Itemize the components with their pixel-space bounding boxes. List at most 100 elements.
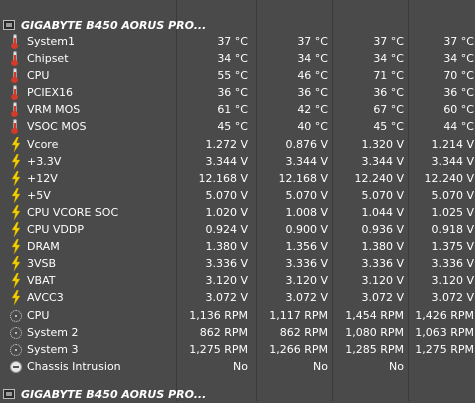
sensor-row[interactable]: CPU 1,136 RPM 1,117 RPM 1,454 RPM 1,426 RPM [0,307,475,324]
sensor-name: CPU VCORE SOC [27,205,119,219]
sensor-row[interactable]: AVCC3 3.072 V 3.072 V 3.072 V 3.072 V [0,289,475,306]
sensor-row[interactable]: 3VSB 3.336 V 3.336 V 3.336 V 3.336 V [0,255,475,272]
sensor-value: 1.214 V [431,137,474,151]
sensor-name: System1 [27,35,76,48]
sensor-name: VSOC MOS [27,120,87,134]
sensor-name: Chipset [27,52,69,66]
sensor-value: 0.936 V [361,223,404,237]
sensor-value: 34 °C [297,52,328,66]
sensor-value: 3.120 V [431,274,474,288]
sensor-group-header[interactable]: GIGABYTE B450 AORUS PRO... [0,385,475,403]
sensor-value: 1,275 RPM [189,342,248,356]
sensor-value: 37 °C [297,35,328,48]
sensor-name: CPU [27,308,50,322]
sensor-value: 1.008 V [285,205,328,219]
lightning-icon [10,204,21,220]
sensor-name: Chassis Intrusion [27,359,121,373]
sensor-row[interactable]: VRM MOS 61 °C 42 °C 67 °C 60 °C [0,101,475,118]
sensor-value: 862 RPM [199,325,248,339]
sensor-value: 1.320 V [361,137,404,151]
sensor-row[interactable]: +12V 12.168 V 12.168 V 12.240 V 12.240 V [0,170,475,187]
sensor-value: 12.168 V [198,171,248,185]
fan-icon [10,308,22,323]
sensor-value: 5.070 V [205,188,248,202]
sensor-value: 3.336 V [205,257,248,271]
sensor-value: 862 RPM [279,325,328,339]
sensor-value: 3.336 V [285,257,328,271]
sensor-value: 71 °C [373,69,404,83]
sensor-value: 3.072 V [431,291,474,305]
sensor-value: 3.344 V [431,154,474,168]
sensor-value: 0.918 V [431,223,474,237]
sensor-value: 3.344 V [205,154,248,168]
sensor-value: 0.900 V [285,223,328,237]
sensor-row[interactable]: PCIEX16 36 °C 36 °C 36 °C 36 °C [0,84,475,101]
sensor-row[interactable]: CPU VDDP 0.924 V 0.900 V 0.936 V 0.918 V [0,221,475,238]
lightning-icon [10,222,21,238]
thermometer-icon [10,102,21,118]
sensor-value: 3.120 V [205,274,248,288]
sensor-value: 1,426 RPM [415,308,474,322]
sensor-name: System 3 [27,342,79,356]
sensor-value: 36 °C [443,86,474,100]
sensor-value: 34 °C [217,52,248,66]
fan-icon [10,325,22,340]
sensor-row[interactable]: CPU 55 °C 46 °C 71 °C 70 °C [0,67,475,84]
sensor-name: +12V [27,171,58,185]
sensor-name: VRM MOS [27,103,81,117]
sensor-value: 1.380 V [205,240,248,254]
lightning-icon [10,273,21,289]
sensor-value: 3.344 V [361,154,404,168]
sensor-value: 1,275 RPM [415,342,474,356]
sensor-value: 1,136 RPM [189,308,248,322]
sensor-value: 67 °C [373,103,404,117]
thermometer-icon [10,85,21,101]
lightning-icon [10,153,21,169]
sensor-name: 3VSB [27,257,57,271]
sensor-name: VBAT [27,274,56,288]
sensor-value: 5.070 V [431,188,474,202]
sensor-value: 36 °C [217,86,248,100]
sensor-row[interactable]: CPU VCORE SOC 1.020 V 1.008 V 1.044 V 1.025 … [0,204,475,221]
sensor-value: 1.044 V [361,205,404,219]
sensor-list: System1 37 °C 37 °C 37 °C 37 °C Chipset 34 °C 3… [0,33,475,375]
sensor-row[interactable]: DRAM 1.380 V 1.356 V 1.380 V 1.375 V [0,238,475,255]
fan-icon [10,342,22,357]
sensor-row[interactable]: VSOC MOS 45 °C 40 °C 45 °C 44 °C [0,118,475,135]
sensor-value: 55 °C [217,69,248,83]
sensor-row[interactable]: Chipset 34 °C 34 °C 34 °C 34 °C [0,50,475,67]
sensor-value: 0.876 V [285,137,328,151]
sensor-value: No [389,359,404,373]
sensor-row[interactable]: +3.3V 3.344 V 3.344 V 3.344 V 3.344 V [0,153,475,170]
sensor-row[interactable]: Chassis Intrusion No No No [0,358,475,375]
sensor-value: 3.344 V [285,154,328,168]
sensor-row[interactable]: System 2 862 RPM 862 RPM 1,080 RPM 1,063 RPM [0,324,475,341]
sensor-value: 37 °C [373,35,404,48]
sensor-value: 34 °C [373,52,404,66]
sensor-value: 70 °C [443,69,474,83]
sensor-row[interactable]: System1 37 °C 37 °C 37 °C 37 °C [0,33,475,50]
sensor-row[interactable]: Vcore 1.272 V 0.876 V 1.320 V 1.214 V [0,136,475,153]
sensor-row[interactable]: VBAT 3.120 V 3.120 V 3.120 V 3.120 V [0,272,475,289]
lightning-icon [10,290,21,306]
sensor-name: +5V [27,188,51,202]
sensor-value: 5.070 V [285,188,328,202]
sensor-value: 37 °C [443,35,474,48]
sensor-name: Vcore [27,137,59,151]
sensor-value: No [233,359,248,373]
sensor-value: 1.272 V [205,137,248,151]
sensor-group-header[interactable]: GIGABYTE B450 AORUS PRO... [0,16,475,34]
sensor-group-title: GIGABYTE B450 AORUS PRO... [21,387,207,401]
sensor-value: 60 °C [443,103,474,117]
sensor-group-title: GIGABYTE B450 AORUS PRO... [21,18,207,32]
sensor-value: 1,266 RPM [269,342,328,356]
sensor-name: PCIEX16 [27,86,74,100]
sensor-value: 3.072 V [361,291,404,305]
sensor-name: System 2 [27,325,79,339]
sensor-row[interactable]: +5V 5.070 V 5.070 V 5.070 V 5.070 V [0,187,475,204]
thermometer-icon [10,119,21,135]
lightning-icon [10,170,21,186]
sensor-value: 44 °C [443,120,474,134]
sensor-value: No [313,359,328,373]
sensor-row[interactable]: System 3 1,275 RPM 1,266 RPM 1,285 RPM 1,275… [0,341,475,358]
